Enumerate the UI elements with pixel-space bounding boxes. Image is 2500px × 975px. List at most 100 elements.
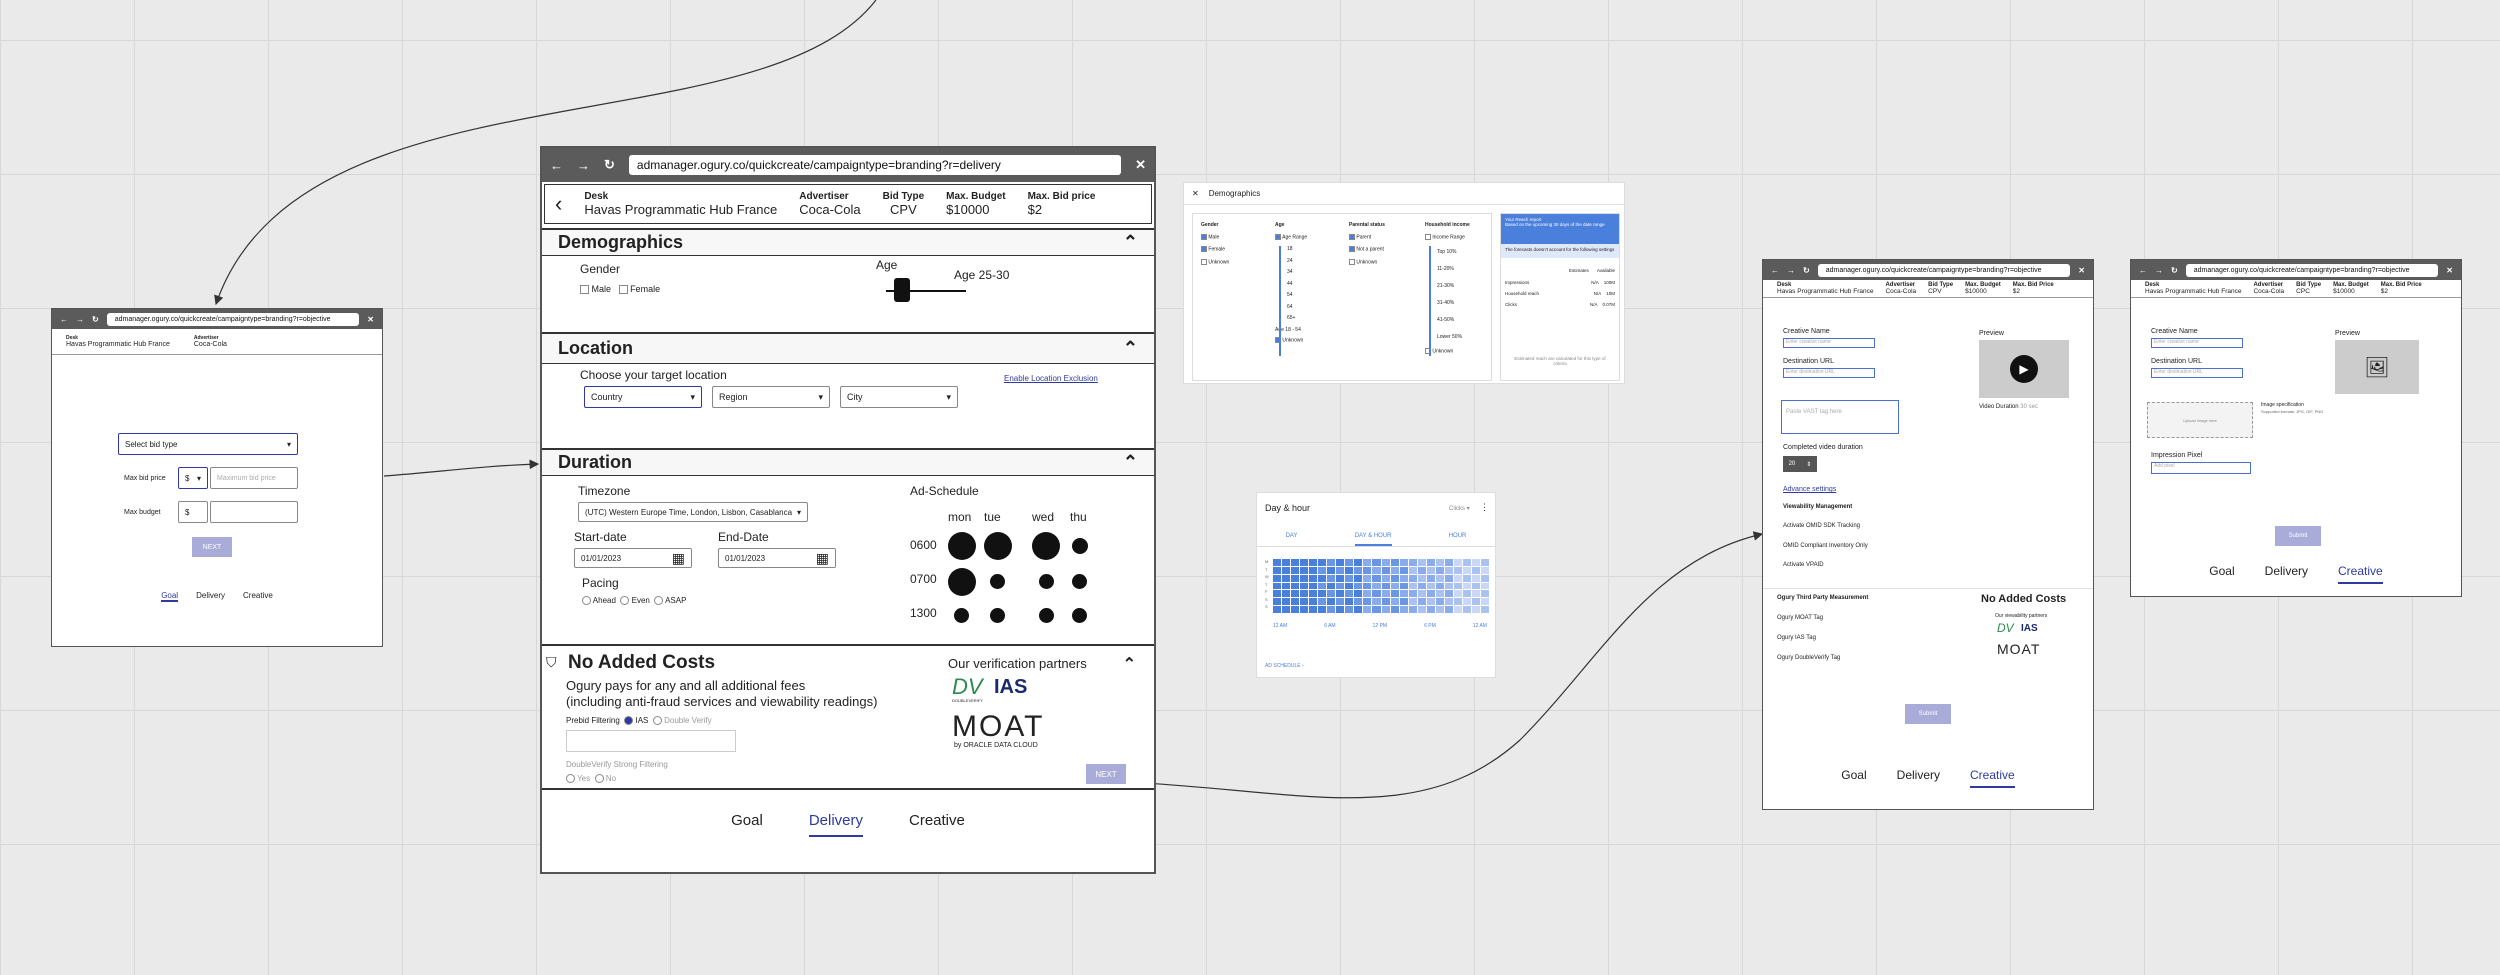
heatmap-cell[interactable] <box>1291 566 1300 574</box>
heatmap-cell[interactable] <box>1300 566 1309 574</box>
tab-delivery[interactable]: Delivery <box>196 591 225 602</box>
advance-settings-link[interactable]: Advance settings <box>1783 486 1836 493</box>
play-icon[interactable]: ▶ <box>2010 355 2038 383</box>
heatmap-cell[interactable] <box>1408 606 1417 613</box>
heatmap-cell[interactable] <box>1291 590 1300 598</box>
metric-select[interactable]: Clicks ▾ <box>1449 505 1470 512</box>
heatmap-cell[interactable] <box>1390 606 1399 613</box>
parental-checkbox[interactable] <box>1349 246 1355 253</box>
heatmap-cell[interactable] <box>1327 598 1336 606</box>
schedule-dot[interactable] <box>990 608 1005 623</box>
heatmap-cell[interactable] <box>1480 559 1489 566</box>
stepper-arrows-icon[interactable]: ⇕ <box>1806 461 1811 468</box>
heatmap-cell[interactable] <box>1426 582 1435 590</box>
heatmap-cell[interactable] <box>1462 582 1471 590</box>
heatmap-cell[interactable] <box>1354 582 1363 590</box>
heatmap-cell[interactable] <box>1426 590 1435 598</box>
heatmap-cell[interactable] <box>1327 606 1336 613</box>
heatmap-cell[interactable] <box>1444 606 1453 613</box>
heatmap-cell[interactable] <box>1453 559 1462 566</box>
heatmap-cell[interactable] <box>1471 590 1480 598</box>
tab-goal[interactable]: Goal <box>731 812 763 837</box>
url-input[interactable]: admanager.ogury.co/quickcreate/campaignt… <box>106 312 360 326</box>
heatmap-cell[interactable] <box>1327 574 1336 582</box>
heatmap-cell[interactable] <box>1282 566 1291 574</box>
heatmap-cell[interactable] <box>1453 590 1462 598</box>
forward-icon[interactable]: → <box>1787 266 1795 275</box>
yes-radio[interactable] <box>566 774 575 784</box>
heatmap-cell[interactable] <box>1435 606 1444 613</box>
heatmap-cell[interactable] <box>1462 574 1471 582</box>
heatmap-cell[interactable] <box>1309 574 1318 582</box>
heatmap-cell[interactable] <box>1354 574 1363 582</box>
max-budget-input[interactable] <box>210 501 298 523</box>
heatmap-cell[interactable] <box>1345 574 1354 582</box>
reload-icon[interactable]: ↻ <box>1803 266 1810 275</box>
heatmap-cell[interactable] <box>1399 559 1408 566</box>
tab-creative[interactable]: Creative <box>2338 564 2383 584</box>
heatmap-cell[interactable] <box>1282 582 1291 590</box>
collapse-icon[interactable]: ⌃ <box>1123 338 1138 359</box>
heatmap-cell[interactable] <box>1399 606 1408 613</box>
timezone-select[interactable]: (UTC) Western Europe Time, London, Lisbo… <box>578 502 808 522</box>
back-icon[interactable]: ← <box>550 158 563 173</box>
tab-goal[interactable]: Goal <box>2209 564 2234 584</box>
heatmap-cell[interactable] <box>1318 559 1327 566</box>
heatmap-cell[interactable] <box>1318 590 1327 598</box>
heatmap-cell[interactable] <box>1462 590 1471 598</box>
moat-tag-option[interactable]: Ogury MOAT Tag <box>1777 615 1823 621</box>
schedule-dot[interactable] <box>1039 608 1054 623</box>
heatmap-cell[interactable] <box>1435 559 1444 566</box>
reload-icon[interactable]: ↻ <box>2171 266 2178 275</box>
heatmap-cell[interactable] <box>1471 606 1480 613</box>
no-radio[interactable] <box>594 774 604 784</box>
heatmap-cell[interactable] <box>1480 590 1489 598</box>
heatmap-cell[interactable] <box>1318 606 1327 613</box>
heatmap-cell[interactable] <box>1417 590 1426 598</box>
heatmap-cell[interactable] <box>1291 598 1300 606</box>
female-checkbox[interactable] <box>618 285 628 295</box>
parental-checkbox[interactable] <box>1349 258 1355 265</box>
heatmap-cell[interactable] <box>1390 598 1399 606</box>
heatmap-cell[interactable] <box>1471 566 1480 574</box>
heatmap-cell[interactable] <box>1417 582 1426 590</box>
schedule-dot[interactable] <box>954 608 969 623</box>
heatmap-cell[interactable] <box>1471 582 1480 590</box>
income-range-checkbox[interactable] <box>1425 234 1431 240</box>
tab-delivery[interactable]: Delivery <box>2265 564 2308 584</box>
heatmap-cell[interactable] <box>1291 606 1300 613</box>
heatmap-cell[interactable] <box>1309 590 1318 598</box>
schedule-dot[interactable] <box>948 568 976 596</box>
heatmap-cell[interactable] <box>1309 566 1318 574</box>
heatmap-cell[interactable] <box>1372 574 1381 582</box>
end-date-input[interactable]: 01/01/2023 ▦ <box>718 548 836 568</box>
heatmap-cell[interactable] <box>1480 574 1489 582</box>
heatmap-cell[interactable] <box>1336 582 1345 590</box>
heatmap-cell[interactable] <box>1345 566 1354 574</box>
heatmap-cell[interactable] <box>1291 582 1300 590</box>
heatmap-cell[interactable] <box>1363 574 1372 582</box>
heatmap-cell[interactable] <box>1480 598 1489 606</box>
tab-creative[interactable]: Creative <box>243 591 273 602</box>
heatmap-cell[interactable] <box>1354 606 1363 613</box>
heatmap-cell[interactable] <box>1426 559 1435 566</box>
bid-type-select[interactable]: Select bid type ▾ <box>118 433 298 455</box>
heatmap-cell[interactable] <box>1417 598 1426 606</box>
reload-icon[interactable]: ↻ <box>92 315 99 324</box>
pacing-even-radio[interactable] <box>620 596 630 606</box>
heatmap-cell[interactable] <box>1462 606 1471 613</box>
heatmap-cell[interactable] <box>1399 590 1408 598</box>
schedule-dot[interactable] <box>1039 574 1054 589</box>
creative-name-input[interactable]: Enter creative name <box>2151 338 2243 348</box>
heatmap-cell[interactable] <box>1390 566 1399 574</box>
heatmap-cell[interactable] <box>1345 582 1354 590</box>
heatmap-cell[interactable] <box>1462 566 1471 574</box>
schedule-dot[interactable] <box>984 532 1012 560</box>
heatmap-cell[interactable] <box>1471 559 1480 566</box>
heatmap-cell[interactable] <box>1444 559 1453 566</box>
heatmap-cell[interactable] <box>1381 582 1390 590</box>
heatmap-cell[interactable] <box>1372 590 1381 598</box>
tab-day-hour[interactable]: DAY & HOUR <box>1354 533 1392 546</box>
chevron-left-icon[interactable]: ‹ <box>555 191 562 217</box>
location-header[interactable]: Location ⌃ <box>542 332 1154 364</box>
